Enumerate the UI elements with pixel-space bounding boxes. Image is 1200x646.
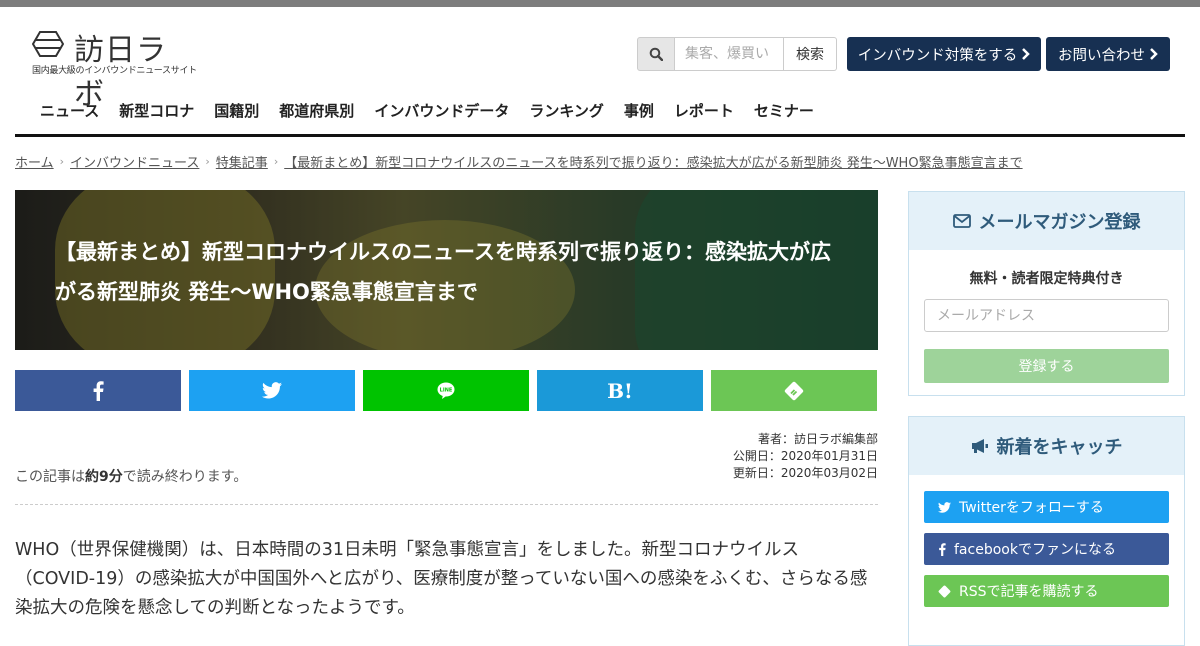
article-title: 【最新まとめ】新型コロナウイルスのニュースを時系列で振り返り：感染拡大が広がる新… [55,240,831,304]
read-time: この記事は約9分で読み終わります。 [15,466,247,486]
article-author: 著者：訪日ラボ編集部 [757,432,878,446]
hatena-share-button[interactable]: B! [537,370,703,411]
rss-follow-label: RSSで記事を購読する [959,584,1099,600]
follow-widget: 新着をキャッチ Twitterをフォローする facebookでファンになる R… [908,416,1185,646]
search-input[interactable] [675,37,784,71]
envelope-icon [952,214,971,228]
feedly-icon [784,381,804,400]
search-form: 検索 [637,37,837,71]
chevron-right-icon [1022,48,1031,60]
chevron-right-icon [1150,48,1158,60]
line-share-button[interactable]: LINE [363,370,529,411]
search-icon-button[interactable] [637,37,675,71]
article-updated: 更新日：2020年03月02日 [732,466,878,480]
article-published: 公開日：2020年01月31日 [732,449,878,463]
nav-item-nationality[interactable]: 国籍別 [214,100,259,121]
line-icon: LINE [437,382,455,399]
newsletter-title: メールマガジン登録 [978,212,1141,233]
search-icon [649,47,663,61]
logo-tagline: 国内最大級のインバウンドニュースサイト [32,66,197,76]
inbound-cta-button[interactable]: インバウンド対策をする [847,37,1041,71]
nav-item-news[interactable]: ニュース [40,100,99,121]
twitter-share-button[interactable] [189,370,355,411]
nav-item-cases[interactable]: 事例 [624,100,654,121]
nav-item-covid[interactable]: 新型コロナ [119,100,194,121]
facebook-follow-button[interactable]: facebookでファンになる [924,533,1169,565]
follow-header: 新着をキャッチ [909,417,1184,475]
site-header: 訪日ラボ 国内最大級のインバウンドニュースサイト 検索 インバウンド対策をする … [0,7,1200,137]
newsletter-widget: メールマガジン登録 無料・読者限定特典付き 登録する [908,191,1185,396]
read-time-prefix: この記事は [15,469,85,485]
nav-item-report[interactable]: レポート [674,100,734,121]
bullhorn-icon [971,439,988,453]
inbound-cta-label: インバウンド対策をする [857,47,1018,64]
facebook-icon [93,380,104,401]
top-bar [0,0,1200,7]
twitter-icon [262,382,282,399]
breadcrumb-current[interactable]: 【最新まとめ】新型コロナウイルスのニュースを時系列で振り返り：感染拡大が広がる新… [284,152,1022,171]
email-field[interactable] [924,299,1169,332]
breadcrumb-inbound-news[interactable]: インバウンドニュース [70,152,199,171]
twitter-follow-label: Twitterをフォローする [959,500,1104,516]
twitter-follow-button[interactable]: Twitterをフォローする [924,491,1169,523]
register-button[interactable]: 登録する [924,349,1169,383]
facebook-follow-label: facebookでファンになる [954,542,1116,558]
facebook-icon [939,542,946,556]
divider [15,504,878,505]
contact-label: お問い合わせ [1058,47,1145,64]
chevron-right-icon: › [205,155,210,168]
article-hero: 【最新まとめ】新型コロナウイルスのニュースを時系列で振り返り：感染拡大が広がる新… [15,190,878,350]
breadcrumb-feature[interactable]: 特集記事 [216,152,268,171]
chevron-right-icon: › [273,155,279,168]
share-buttons: LINE B! [15,370,877,411]
feedly-icon [938,585,951,597]
nav-divider [15,134,1185,137]
read-time-suffix: で読み終わります。 [122,469,248,485]
svg-text:LINE: LINE [440,388,453,394]
newsletter-header: メールマガジン登録 [909,192,1184,250]
nav-item-seminar[interactable]: セミナー [754,100,814,121]
twitter-icon [938,501,951,513]
breadcrumb-home[interactable]: ホーム [15,152,54,171]
contact-button[interactable]: お問い合わせ [1046,37,1170,71]
follow-title: 新着をキャッチ [996,437,1123,458]
follow-buttons: Twitterをフォローする facebookでファンになる RSSで記事を購読… [924,491,1169,607]
main-nav: ニュース 新型コロナ 国籍別 都道府県別 インバウンドデータ ランキング 事例 … [40,100,814,121]
read-time-value: 約9分 [85,469,123,485]
hatena-icon: B! [607,378,633,403]
nav-item-ranking[interactable]: ランキング [529,100,604,121]
feedly-share-button[interactable] [711,370,877,411]
nav-item-inbound-data[interactable]: インバウンドデータ [374,100,509,121]
chevron-right-icon: › [59,155,65,168]
logo-icon [32,31,64,57]
search-button[interactable]: 検索 [784,37,837,71]
newsletter-subtitle: 無料・読者限定特典付き [969,271,1124,287]
breadcrumb: ホーム › インバウンドニュース › 特集記事 › 【最新まとめ】新型コロナウイ… [15,152,1023,171]
rss-follow-button[interactable]: RSSで記事を購読する [924,575,1169,607]
facebook-share-button[interactable] [15,370,181,411]
nav-item-prefecture[interactable]: 都道府県別 [279,100,354,121]
article-meta: 著者：訪日ラボ編集部 公開日：2020年01月31日 更新日：2020年03月0… [733,431,878,482]
article-body: WHO（世界保健機関）は、日本時間の31日未明「緊急事態宣言」をしました。新型コ… [15,540,868,618]
site-logo[interactable]: 訪日ラボ 国内最大級のインバウンドニュースサイト [32,25,197,112]
